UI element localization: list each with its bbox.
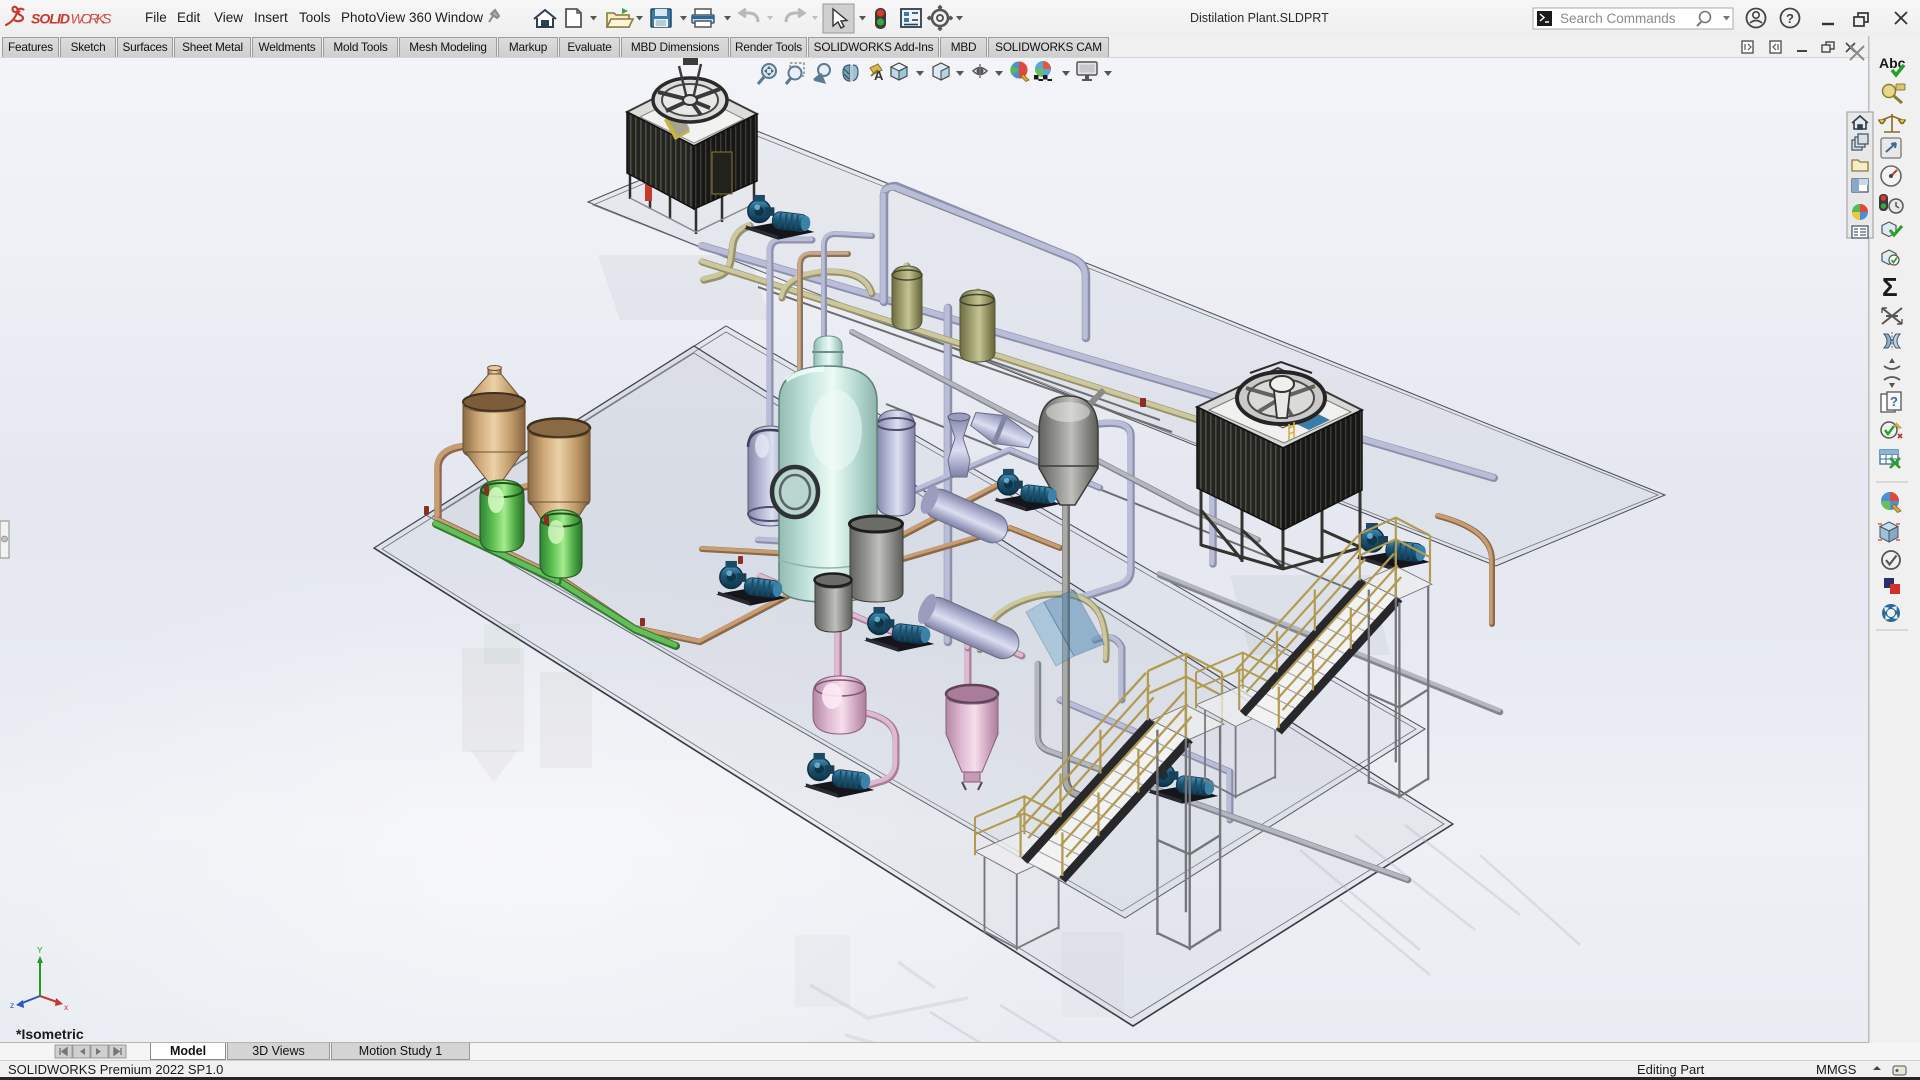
svg-text:?: ? xyxy=(1786,11,1794,26)
svg-text:Search Commands: Search Commands xyxy=(1560,11,1676,26)
svg-text:A: A xyxy=(874,68,884,83)
svg-text:x: x xyxy=(64,1002,69,1012)
svg-text:?: ? xyxy=(1890,394,1898,409)
svg-text:Y: Y xyxy=(37,945,43,955)
svg-text:z: z xyxy=(10,1000,14,1010)
svg-text:Σ: Σ xyxy=(1882,272,1898,302)
